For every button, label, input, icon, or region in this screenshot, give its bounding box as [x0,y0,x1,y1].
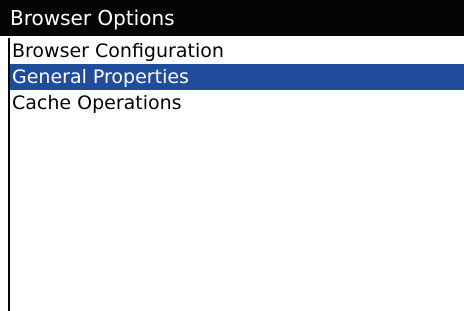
menu-item-general-properties[interactable]: General Properties [10,64,464,90]
options-menu-list: Browser Configuration General Properties… [8,38,464,311]
screen-title: Browser Options [0,0,464,36]
menu-item-browser-configuration[interactable]: Browser Configuration [10,38,464,64]
menu-item-cache-operations[interactable]: Cache Operations [10,90,464,116]
browser-options-screen: Browser Options Browser Configuration Ge… [0,0,464,311]
